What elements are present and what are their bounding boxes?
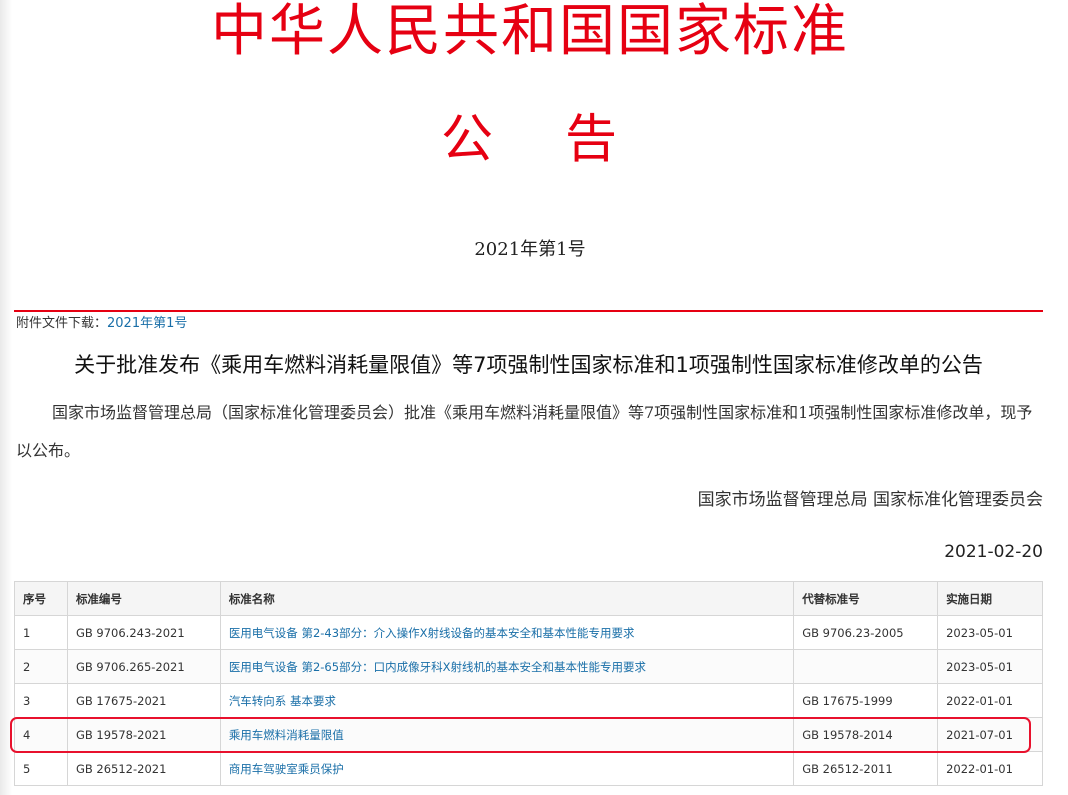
cell-code: GB 9706.265-2021 [66, 649, 221, 684]
cell-no: 3 [14, 683, 68, 718]
attachment-label: 附件文件下载： [16, 316, 108, 331]
table-row: 2 GB 9706.265-2021 医用电气设备 第2-65部分：口内成像牙科… [14, 649, 1043, 684]
header-name: 标准名称 [219, 581, 795, 616]
cell-no: 1 [14, 615, 68, 650]
cell-name: 汽车转向系 基本要求 [219, 683, 795, 718]
standard-link[interactable]: 医用电气设备 第2-65部分：口内成像牙科X射线机的基本安全和基本性能专用要求 [229, 660, 646, 674]
header-replaces: 代替标准号 [793, 581, 939, 616]
cell-replaces: GB 9706.23-2005 [793, 615, 939, 650]
header-no: 序号 [14, 581, 68, 616]
cell-no: 4 [14, 717, 68, 752]
table-row-highlighted: 4 GB 19578-2021 乘用车燃料消耗量限值 GB 19578-2014… [14, 717, 1043, 752]
cell-name: 医用电气设备 第2-65部分：口内成像牙科X射线机的基本安全和基本性能专用要求 [219, 649, 795, 684]
cell-code: GB 19578-2021 [66, 717, 221, 752]
cell-effective: 2023-05-01 [937, 649, 1043, 684]
table-row: 1 GB 9706.243-2021 医用电气设备 第2-43部分：介入操作X射… [14, 615, 1043, 650]
attachment-download: 附件文件下载：2021年第1号 [16, 314, 187, 334]
standard-link[interactable]: 汽车转向系 基本要求 [229, 694, 336, 708]
cell-effective: 2022-01-01 [937, 751, 1043, 786]
announcement-title: 公告 [0, 110, 1060, 170]
notice-heading: 关于批准发布《乘用车燃料消耗量限值》等7项强制性国家标准和1项强制性国家标准修改… [74, 353, 983, 377]
cell-effective: 2021-07-01 [937, 717, 1043, 752]
attachment-link[interactable]: 2021年第1号 [107, 316, 187, 331]
cell-replaces: GB 19578-2014 [793, 717, 939, 752]
notice-date: 2021-02-20 [944, 542, 1043, 562]
cell-replaces [793, 649, 939, 684]
announcement-title-left: 公 [440, 110, 495, 170]
table-row: 5 GB 26512-2021 商用车驾驶室乘员保护 GB 26512-2011… [14, 751, 1043, 786]
standard-link[interactable]: 商用车驾驶室乘员保护 [229, 762, 344, 776]
notice-body: 国家市场监督管理总局（国家标准化管理委员会）批准《乘用车燃料消耗量限值》等7项强… [16, 403, 1033, 460]
cell-code: GB 17675-2021 [66, 683, 221, 718]
main-title: 中华人民共和国国家标准 [211, 0, 849, 64]
table-row: 3 GB 17675-2021 汽车转向系 基本要求 GB 17675-1999… [14, 683, 1043, 718]
cell-replaces: GB 17675-1999 [793, 683, 939, 718]
notice-signature: 国家市场监督管理总局 国家标准化管理委员会 [697, 490, 1043, 510]
table-header-row: 序号 标准编号 标准名称 代替标准号 实施日期 [14, 581, 1043, 616]
cell-effective: 2023-05-01 [937, 615, 1043, 650]
cell-no: 2 [14, 649, 68, 684]
cell-replaces: GB 26512-2011 [793, 751, 939, 786]
issue-number: 2021年第1号 [474, 239, 586, 260]
header-code: 标准编号 [66, 581, 221, 616]
standard-link[interactable]: 医用电气设备 第2-43部分：介入操作X射线设备的基本安全和基本性能专用要求 [229, 626, 635, 640]
red-divider [14, 310, 1043, 312]
announcement-title-right: 告 [565, 110, 620, 170]
standards-table: 序号 标准编号 标准名称 代替标准号 实施日期 1 GB 9706.243-20… [14, 581, 1043, 786]
cell-name: 医用电气设备 第2-43部分：介入操作X射线设备的基本安全和基本性能专用要求 [219, 615, 795, 650]
cell-name: 乘用车燃料消耗量限值 [219, 717, 795, 752]
cell-code: GB 9706.243-2021 [66, 615, 221, 650]
standard-link[interactable]: 乘用车燃料消耗量限值 [229, 728, 344, 742]
header-effective: 实施日期 [937, 581, 1043, 616]
cell-no: 5 [14, 751, 68, 786]
cell-code: GB 26512-2021 [66, 751, 221, 786]
cell-effective: 2022-01-01 [937, 683, 1043, 718]
cell-name: 商用车驾驶室乘员保护 [219, 751, 795, 786]
